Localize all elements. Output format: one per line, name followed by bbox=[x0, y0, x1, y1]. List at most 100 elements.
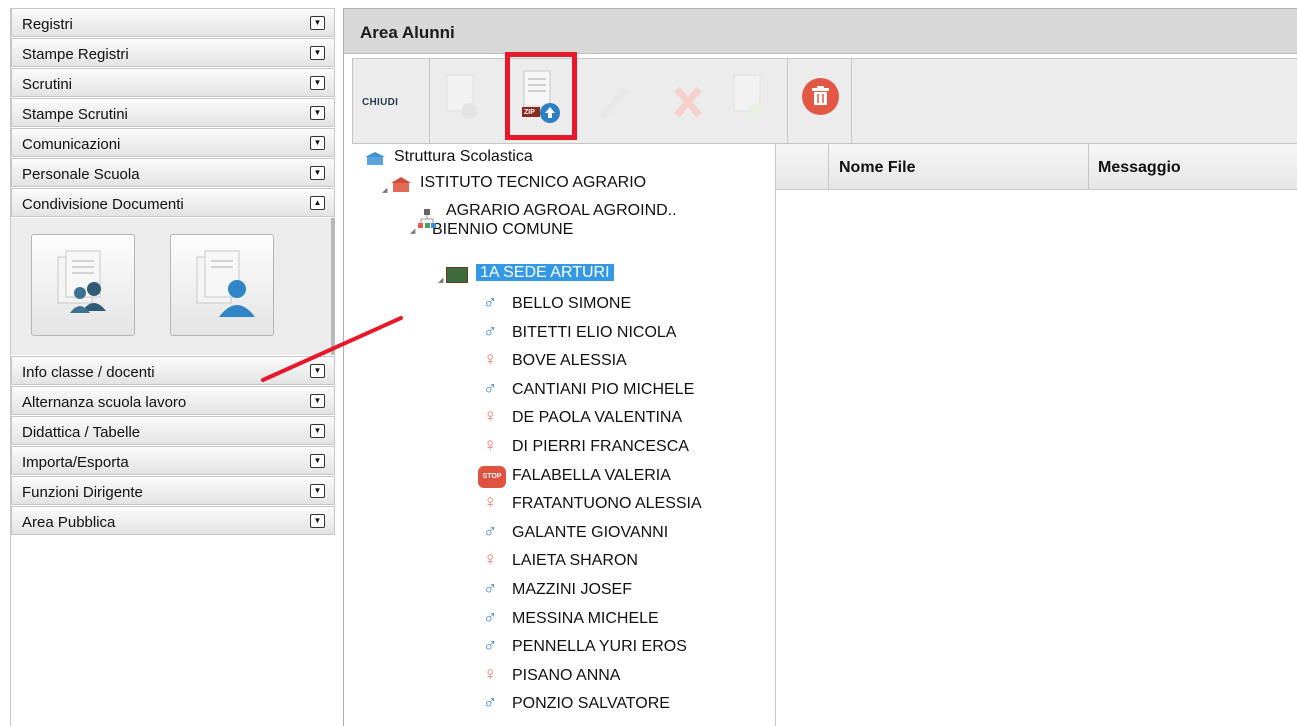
expand-icon[interactable]: ▼ bbox=[310, 364, 325, 378]
stop-icon: STOP bbox=[478, 465, 506, 488]
panel-header: Area Alunni bbox=[344, 9, 1297, 54]
female-icon: ♀ bbox=[483, 492, 498, 514]
edit-document-button[interactable] bbox=[589, 69, 635, 129]
school-structure-tree: Struttura Scolastica ◢ ISTITUTO TECNICO … bbox=[352, 144, 776, 726]
documents-group-icon bbox=[57, 250, 106, 313]
tree-node-course[interactable]: ◢ AGRARIO AGROAL AGROIND.. BIENNIO COMUN… bbox=[410, 201, 677, 239]
expand-icon[interactable]: ▼ bbox=[310, 514, 325, 528]
female-icon: ♀ bbox=[483, 406, 498, 428]
male-icon: ♂ bbox=[483, 606, 498, 628]
documents-user-icon bbox=[196, 250, 255, 317]
student-name: BELLO SIMONE bbox=[512, 295, 632, 312]
close-icon bbox=[674, 86, 702, 118]
expanded-icon: ◢ bbox=[438, 277, 444, 284]
sidebar-item-label: Info classe / docenti bbox=[22, 364, 155, 381]
sidebar-item-label: Registri bbox=[22, 16, 73, 33]
tree-node-label-selected: 1A SEDE ARTURI bbox=[476, 264, 614, 281]
female-icon: ♀ bbox=[483, 721, 497, 726]
sidebar-item-label: Stampe Registri bbox=[22, 46, 129, 63]
student-name: BOVE ALESSIA bbox=[512, 352, 627, 370]
student-name: FRATANTUONO ALESSIA bbox=[512, 495, 702, 513]
sidebar-item-alternanza-scuola-lavoro[interactable]: Alternanza scuola lavoro ▼ bbox=[11, 386, 335, 415]
expand-icon[interactable]: ▼ bbox=[310, 454, 325, 468]
column-divider bbox=[1088, 144, 1089, 190]
add-file-button[interactable] bbox=[728, 69, 774, 129]
male-icon: ♂ bbox=[483, 377, 498, 399]
tree-node-label: Struttura Scolastica bbox=[394, 148, 533, 165]
sidebar-item-info-classe-docenti[interactable]: Info classe / docenti ▼ bbox=[11, 356, 335, 385]
sidebar-item-label: Importa/Esporta bbox=[22, 454, 129, 471]
column-header-messaggio[interactable]: Messaggio bbox=[1098, 159, 1181, 177]
institute-icon bbox=[391, 177, 411, 192]
school-icon bbox=[365, 152, 385, 165]
sidebar-item-label: Funzioni Dirigente bbox=[22, 484, 143, 501]
sidebar-item-label: Area Pubblica bbox=[22, 514, 116, 531]
sidebar-item-condivisione-documenti[interactable]: Condivisione Documenti ▲ bbox=[11, 188, 335, 217]
sidebar-item-comunicazioni[interactable]: Comunicazioni ▼ bbox=[11, 128, 335, 157]
tree-node-label: BIENNIO COMUNE bbox=[432, 221, 574, 238]
expand-icon[interactable]: ▼ bbox=[310, 166, 325, 180]
add-file-icon bbox=[733, 74, 764, 119]
student-name: FALABELLA VALERIA bbox=[512, 466, 671, 484]
male-icon: ♂ bbox=[483, 320, 498, 342]
sidebar-item-label: Stampe Scrutini bbox=[22, 106, 128, 123]
student-name: GALANTE GIOVANNI bbox=[512, 523, 669, 541]
student-name: LAIETA SHARON bbox=[512, 552, 638, 570]
sidebar-item-label: Alternanza scuola lavoro bbox=[22, 394, 187, 411]
collapse-icon[interactable]: ▲ bbox=[310, 196, 325, 210]
sidebar-item-funzioni-dirigente[interactable]: Funzioni Dirigente ▼ bbox=[11, 476, 335, 505]
column-divider bbox=[828, 144, 829, 190]
tree-node-root[interactable]: Struttura Scolastica bbox=[364, 148, 533, 166]
sidebar-item-didattica-tabelle[interactable]: Didattica / Tabelle ▼ bbox=[11, 416, 335, 445]
expand-icon[interactable]: ▼ bbox=[310, 76, 325, 90]
toolbar-divider bbox=[787, 59, 788, 143]
toolbar: CHIUDI ZIP bbox=[352, 52, 1297, 144]
expand-icon[interactable]: ▼ bbox=[310, 16, 325, 30]
student-name: PONZIO SALVATORE bbox=[512, 695, 670, 713]
page-title: Area Alunni bbox=[360, 23, 455, 42]
male-icon: ♂ bbox=[483, 692, 498, 714]
sidebar-item-stampe-scrutini[interactable]: Stampe Scrutini ▼ bbox=[11, 98, 335, 127]
add-document-button[interactable] bbox=[441, 69, 487, 129]
sidebar-item-label: Comunicazioni bbox=[22, 136, 121, 153]
tree-node-label: AGRARIO AGROAL AGROIND.. bbox=[446, 202, 677, 219]
sidebar-item-stampe-registri[interactable]: Stampe Registri ▼ bbox=[11, 38, 335, 67]
sidebar-item-label: Condivisione Documenti bbox=[22, 196, 184, 213]
student-name: MESSINA MICHELE bbox=[512, 609, 659, 627]
condivisione-documenti-panel bbox=[11, 218, 335, 355]
male-icon: ♂ bbox=[483, 292, 498, 313]
tree-node-class[interactable]: ◢ 1A SEDE ARTURI bbox=[438, 264, 614, 284]
sidebar-item-importa-esporta[interactable]: Importa/Esporta ▼ bbox=[11, 446, 335, 475]
sidebar-item-area-pubblica[interactable]: Area Pubblica ▼ bbox=[11, 506, 335, 535]
sidebar-item-personale-scuola[interactable]: Personale Scuola ▼ bbox=[11, 158, 335, 187]
sidebar-item-registri[interactable]: Registri ▼ bbox=[11, 8, 335, 37]
male-icon: ♂ bbox=[483, 635, 498, 657]
highlight-box bbox=[505, 52, 577, 140]
expand-icon[interactable]: ▼ bbox=[310, 46, 325, 60]
close-button[interactable]: CHIUDI bbox=[362, 97, 398, 108]
toolbar-divider bbox=[429, 59, 430, 143]
toolbar-divider bbox=[851, 59, 852, 143]
tree-node-label: ISTITUTO TECNICO AGRARIO bbox=[420, 174, 647, 191]
delete-document-button[interactable] bbox=[665, 69, 711, 129]
expand-icon[interactable]: ▼ bbox=[310, 394, 325, 408]
file-grid-header: Nome File Messaggio bbox=[776, 144, 1297, 190]
student-name: PENNELLA YURI EROS bbox=[512, 638, 687, 656]
sidebar-item-label: Personale Scuola bbox=[22, 166, 140, 183]
shared-documents-group-button[interactable] bbox=[31, 234, 135, 336]
expand-icon[interactable]: ▼ bbox=[310, 424, 325, 438]
shared-documents-user-button[interactable] bbox=[170, 234, 274, 336]
student-name: MAZZINI JOSEF bbox=[512, 581, 632, 598]
expand-icon[interactable]: ▼ bbox=[310, 484, 325, 498]
column-header-nome-file[interactable]: Nome File bbox=[839, 159, 915, 177]
sidebar-item-label: Scrutini bbox=[22, 76, 73, 93]
tree-node-institute[interactable]: ◢ ISTITUTO TECNICO AGRARIO bbox=[382, 174, 647, 194]
male-icon: ♂ bbox=[483, 520, 498, 542]
male-icon: ♂ bbox=[483, 578, 498, 599]
expand-icon[interactable]: ▼ bbox=[310, 136, 325, 150]
sidebar-item-scrutini[interactable]: Scrutini ▼ bbox=[11, 68, 335, 97]
expand-icon[interactable]: ▼ bbox=[310, 106, 325, 120]
student-name: BITETTI ELIO NICOLA bbox=[512, 323, 677, 341]
trash-button[interactable] bbox=[802, 78, 839, 115]
female-icon: ♀ bbox=[483, 435, 498, 456]
